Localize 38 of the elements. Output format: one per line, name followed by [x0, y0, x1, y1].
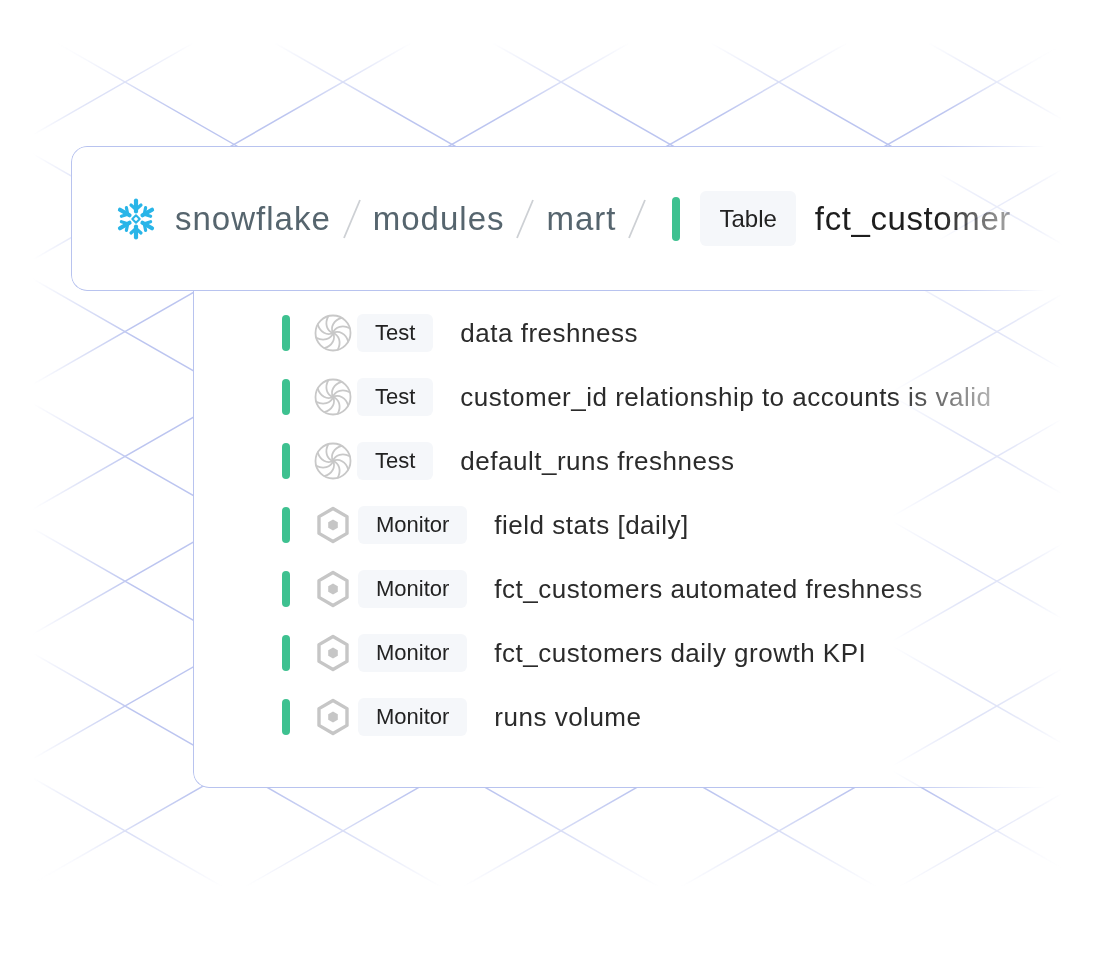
swirl-icon — [314, 314, 352, 352]
check-title: runs volume — [494, 701, 642, 733]
type-tag: Monitor — [358, 570, 468, 608]
breadcrumb-item[interactable]: modules — [372, 198, 505, 239]
hexagon-icon — [316, 698, 350, 736]
slash-icon — [341, 198, 362, 239]
status-indicator-icon — [282, 443, 290, 479]
type-tag: Test — [357, 442, 434, 480]
snowflake-icon — [115, 197, 157, 240]
type-tag: Monitor — [358, 634, 468, 672]
hexagon-icon — [316, 506, 350, 544]
breadcrumb-item[interactable]: mart — [546, 198, 617, 239]
slash-icon — [515, 198, 536, 239]
check-title: customer_id relationship to accounts is valid — [460, 381, 992, 413]
slash-icon — [627, 198, 648, 239]
breadcrumb-item[interactable]: snowflake — [175, 198, 331, 239]
status-indicator-icon — [282, 571, 290, 607]
status-indicator-icon — [282, 699, 290, 735]
check-title: default_runs freshness — [460, 445, 735, 477]
check-title: fct_customers automated freshness — [494, 573, 923, 605]
hexagon-icon — [316, 634, 350, 672]
check-title: fct_customers daily growth KPI — [494, 637, 867, 669]
swirl-icon — [314, 378, 352, 416]
status-indicator-icon — [282, 379, 290, 415]
type-tag: Monitor — [358, 698, 468, 736]
type-tag: Table — [700, 191, 796, 246]
type-tag: Test — [357, 378, 434, 416]
swirl-icon — [314, 442, 352, 480]
status-indicator-icon — [672, 196, 681, 241]
status-indicator-icon — [282, 507, 290, 543]
status-indicator-icon — [282, 315, 290, 351]
hexagon-icon — [316, 570, 350, 608]
check-title: field stats [daily] — [494, 509, 689, 541]
table-name: fct_customer — [814, 198, 1011, 239]
check-title: data freshness — [460, 317, 638, 349]
type-tag: Test — [357, 314, 434, 352]
type-tag: Monitor — [358, 506, 468, 544]
status-indicator-icon — [282, 635, 290, 671]
